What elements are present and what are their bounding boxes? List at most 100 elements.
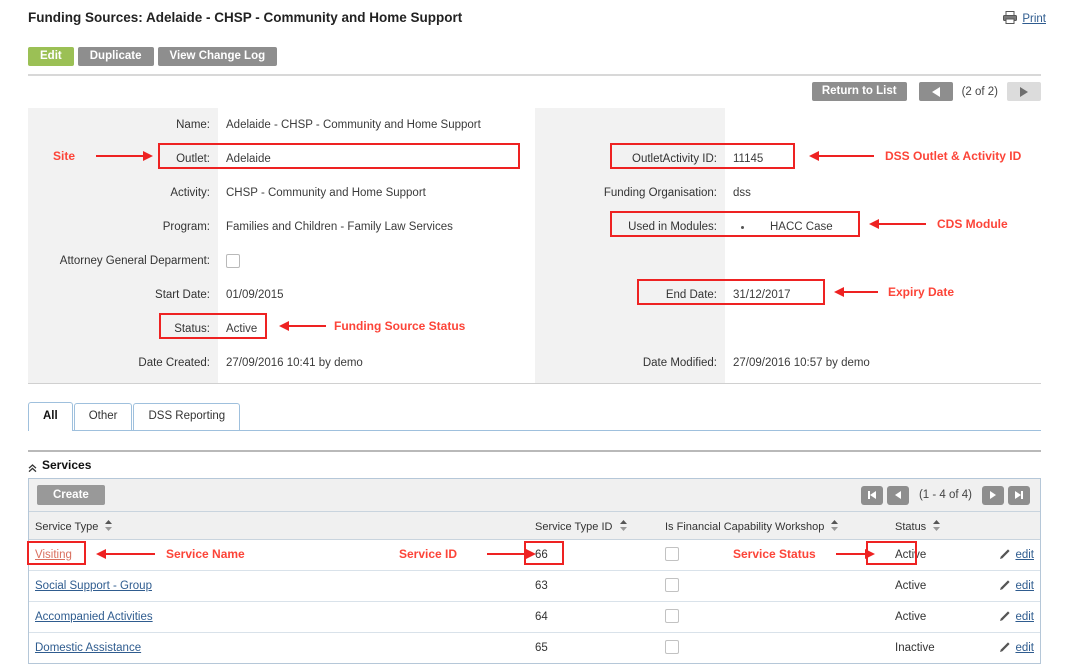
cell-workshop bbox=[659, 571, 889, 602]
triangle-right-icon bbox=[990, 491, 996, 499]
field-row-funding-organisation: Funding Organisation: dss bbox=[535, 176, 1041, 210]
table-row: Social Support - Group 63 Active edit bbox=[29, 571, 1040, 602]
cell-service-type: Domestic Assistance bbox=[29, 633, 529, 664]
field-row-program: Program: Families and Children - Family … bbox=[28, 210, 534, 244]
edit-link[interactable]: edit bbox=[1015, 642, 1034, 654]
workshop-checkbox[interactable] bbox=[665, 547, 679, 561]
create-service-button[interactable]: Create bbox=[37, 485, 105, 505]
attorney-general-department-checkbox[interactable] bbox=[226, 254, 240, 268]
first-page-button[interactable] bbox=[861, 486, 883, 505]
table-row: Accompanied Activities 64 Active edit bbox=[29, 602, 1040, 633]
tab-all[interactable]: All bbox=[28, 402, 73, 430]
column-header-service-type-id[interactable]: Service Type ID bbox=[529, 512, 659, 540]
cell-service-type-id: 65 bbox=[529, 633, 659, 664]
cell-status: Inactive bbox=[889, 633, 989, 664]
annotation-arrow-service-status bbox=[836, 553, 866, 555]
cell-service-type: Social Support - Group bbox=[29, 571, 529, 602]
print-link[interactable]: Print bbox=[1022, 13, 1046, 25]
last-page-icon bbox=[1021, 491, 1023, 499]
field-label-status: Status: bbox=[28, 323, 218, 335]
workshop-checkbox[interactable] bbox=[665, 640, 679, 654]
form-column-left: Name: Adelaide - CHSP - Community and Ho… bbox=[28, 108, 534, 383]
cell-edit: edit bbox=[989, 633, 1040, 664]
last-page-button[interactable] bbox=[1008, 486, 1030, 505]
printer-icon bbox=[1003, 11, 1017, 27]
field-value-activity: CHSP - Community and Home Support bbox=[218, 187, 534, 199]
field-label-program: Program: bbox=[28, 221, 218, 233]
cell-status: Active bbox=[889, 571, 989, 602]
duplicate-button[interactable]: Duplicate bbox=[78, 47, 154, 66]
view-change-log-button[interactable]: View Change Log bbox=[158, 47, 278, 66]
section-divider bbox=[28, 450, 1041, 452]
pencil-icon bbox=[999, 548, 1011, 563]
pencil-icon bbox=[999, 641, 1011, 656]
triangle-right-icon bbox=[1020, 87, 1028, 97]
module-name: HACC Case bbox=[770, 221, 833, 233]
field-label-date-created: Date Created: bbox=[28, 357, 218, 369]
service-type-link[interactable]: Visiting bbox=[35, 549, 72, 561]
field-value-attorney-general-department bbox=[218, 254, 534, 268]
cell-edit: edit bbox=[989, 540, 1040, 571]
chevron-up-icon bbox=[28, 462, 37, 471]
annotation-label-expiry-date: Expiry Date bbox=[888, 285, 954, 299]
service-type-link[interactable]: Social Support - Group bbox=[35, 580, 152, 592]
print-action[interactable]: Print bbox=[1003, 11, 1046, 27]
services-toolbar: Create (1 - 4 of 4) bbox=[29, 479, 1040, 512]
tab-other[interactable]: Other bbox=[74, 403, 133, 430]
previous-page-button[interactable] bbox=[887, 486, 909, 505]
services-pagination: (1 - 4 of 4) bbox=[859, 486, 1032, 505]
field-row-date-modified: Date Modified: 27/09/2016 10:57 by demo bbox=[535, 346, 1041, 380]
record-counter: (2 of 2) bbox=[962, 86, 998, 98]
field-row-activity: Activity: CHSP - Community and Home Supp… bbox=[28, 176, 534, 210]
services-counter: (1 - 4 of 4) bbox=[919, 489, 972, 501]
field-row-outlet: Outlet: Adelaide bbox=[28, 142, 534, 176]
cell-edit: edit bbox=[989, 602, 1040, 633]
edit-link[interactable]: edit bbox=[1015, 580, 1034, 592]
next-page-button[interactable] bbox=[982, 486, 1004, 505]
tab-dss-reporting[interactable]: DSS Reporting bbox=[133, 403, 240, 430]
sort-icon[interactable] bbox=[831, 520, 838, 534]
field-value-end-date: 31/12/2017 bbox=[725, 289, 1041, 301]
field-label-date-modified: Date Modified: bbox=[535, 357, 725, 369]
workshop-checkbox[interactable] bbox=[665, 609, 679, 623]
sort-icon[interactable] bbox=[620, 520, 627, 534]
field-label-used-in-modules: Used in Modules: bbox=[535, 221, 725, 233]
sort-icon[interactable] bbox=[933, 520, 940, 534]
table-row: Domestic Assistance 65 Inactive edit bbox=[29, 633, 1040, 664]
workshop-checkbox[interactable] bbox=[665, 578, 679, 592]
edit-link[interactable]: edit bbox=[1015, 549, 1034, 561]
cell-edit: edit bbox=[989, 571, 1040, 602]
field-value-date-modified: 27/09/2016 10:57 by demo bbox=[725, 357, 1041, 369]
triangle-left-icon bbox=[895, 491, 901, 499]
annotation-label-service-name: Service Name bbox=[166, 547, 245, 561]
record-pagination: Return to List (2 of 2) bbox=[812, 82, 1041, 101]
return-to-list-button[interactable]: Return to List bbox=[812, 82, 907, 101]
field-label-attorney-general-department: Attorney General Deparment: bbox=[28, 255, 218, 267]
services-table: Service Type Service Type ID Is Financia… bbox=[29, 512, 1040, 663]
edit-link[interactable]: edit bbox=[1015, 611, 1034, 623]
cell-service-type-id: 63 bbox=[529, 571, 659, 602]
cell-status: Active bbox=[889, 540, 989, 571]
column-header-service-type[interactable]: Service Type bbox=[29, 512, 529, 540]
field-label-end-date: End Date: bbox=[535, 289, 725, 301]
annotation-label-site: Site bbox=[53, 149, 75, 163]
annotation-label-service-status: Service Status bbox=[733, 547, 816, 561]
bullet-icon bbox=[741, 226, 744, 229]
services-section-header[interactable]: Services bbox=[28, 458, 91, 472]
next-record-button[interactable] bbox=[1007, 82, 1041, 101]
column-header-is-financial-capability-workshop[interactable]: Is Financial Capability Workshop bbox=[659, 512, 889, 540]
field-row-attorney-general-department: Attorney General Deparment: bbox=[28, 244, 534, 278]
field-row-date-created: Date Created: 27/09/2016 10:41 by demo bbox=[28, 346, 534, 380]
sort-icon[interactable] bbox=[105, 520, 112, 534]
column-header-status[interactable]: Status bbox=[889, 512, 989, 540]
field-label-start-date: Start Date: bbox=[28, 289, 218, 301]
annotation-label-service-id: Service ID bbox=[399, 547, 457, 561]
previous-record-button[interactable] bbox=[919, 82, 953, 101]
edit-button[interactable]: Edit bbox=[28, 47, 74, 66]
field-row-end-date: End Date: 31/12/2017 bbox=[535, 278, 1041, 312]
triangle-left-icon bbox=[932, 87, 940, 97]
annotation-arrow-expiry-date bbox=[843, 291, 878, 293]
annotation-arrow-site bbox=[96, 155, 144, 157]
service-type-link[interactable]: Accompanied Activities bbox=[35, 611, 153, 623]
service-type-link[interactable]: Domestic Assistance bbox=[35, 642, 141, 654]
